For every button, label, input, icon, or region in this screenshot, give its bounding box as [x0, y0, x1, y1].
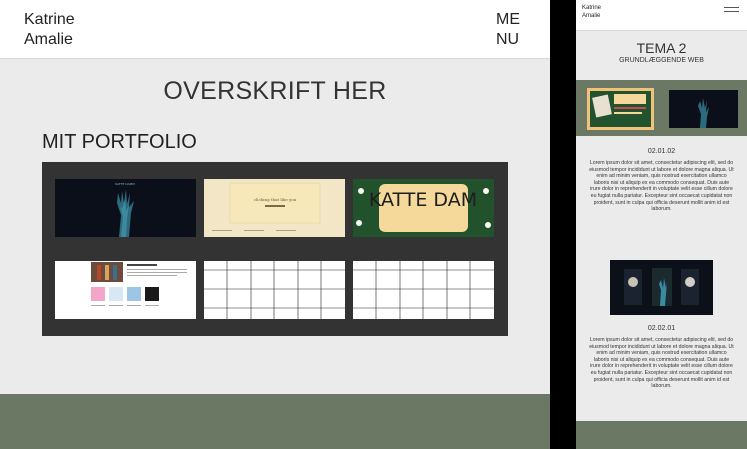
- portfolio-tile-katte-dam[interactable]: KATTE DAM: [353, 179, 494, 237]
- brand-name[interactable]: Katrine Amalie: [24, 10, 75, 50]
- hand-image: KATTE DAMM: [55, 179, 196, 237]
- post-text-2: Lorem ipsum dolor sit amet, consectetur …: [589, 337, 734, 390]
- hamburger-icon[interactable]: [724, 7, 739, 16]
- portfolio-grid: KATTE DAMM clicking that like you KATTE …: [42, 162, 508, 336]
- brand-name[interactable]: Katrine Amalie: [582, 4, 601, 20]
- mobile-header: Katrine Amalie: [576, 0, 747, 31]
- image-band: [576, 80, 747, 136]
- desktop-view: Katrine Amalie ME NU OVERSKRIFT HER MIT …: [0, 0, 550, 449]
- page-title: TEMA 2: [636, 40, 687, 56]
- tile-title: KATTE DAM: [369, 189, 477, 211]
- web-page-image: [55, 261, 196, 319]
- portfolio-tile-cream-site[interactable]: clicking that like you: [204, 179, 345, 237]
- portfolio-heading: MIT PORTFOLIO: [42, 131, 197, 153]
- portrait-image: [610, 260, 713, 315]
- tile-caption: clicking that like you: [254, 197, 297, 202]
- portfolio-tile-grid-empty-2[interactable]: [353, 261, 494, 319]
- post-date-2: 02.02.01: [647, 325, 676, 332]
- post-text-1: Lorem ipsum dolor sit amet, consectetur …: [589, 160, 734, 213]
- post-date-1: 02.01.02: [647, 148, 676, 155]
- portfolio-tile-dark-hand[interactable]: KATTE DAMM: [55, 179, 196, 237]
- page-subtitle: GRUNDLÆGGENDE WEB: [619, 57, 704, 64]
- tile-caption: KATTE DAMM: [115, 182, 135, 186]
- portfolio-tile-web-page[interactable]: [55, 261, 196, 319]
- site-header: Katrine Amalie ME NU: [0, 0, 550, 59]
- menu-button[interactable]: ME NU: [496, 10, 526, 50]
- cream-site-image: clicking that like you: [204, 179, 345, 237]
- mobile-view: Katrine Amalie TEMA 2 GRUNDLÆGGENDE WEB …: [576, 0, 747, 449]
- grid-image: [353, 261, 494, 319]
- katte-dam-image: KATTE DAM: [353, 179, 494, 237]
- gallery-images: [587, 88, 738, 130]
- portfolio-tile-grid-empty[interactable]: [204, 261, 345, 319]
- grid-image: [204, 261, 345, 319]
- mobile-footer: [576, 421, 747, 449]
- page-headline: OVERSKRIFT HER: [163, 77, 387, 105]
- post-image-2[interactable]: [610, 260, 713, 315]
- site-footer: [0, 394, 550, 449]
